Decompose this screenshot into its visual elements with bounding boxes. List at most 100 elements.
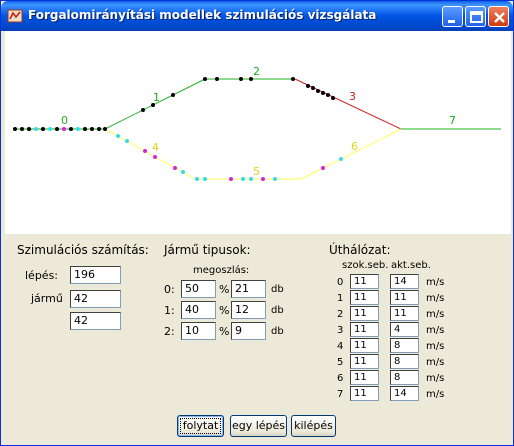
vehicle-dot (291, 77, 295, 81)
route-segment-index: 4 (337, 341, 344, 352)
vehicle-dot (203, 77, 207, 81)
vehicle-type-percent-field[interactable]: 50 (181, 280, 216, 298)
one-step-button[interactable]: egy lépés (230, 415, 287, 437)
simulation-canvas: 0 1 2 3 4 5 6 7 (5, 31, 511, 234)
percent-sign: % (219, 325, 230, 338)
vehicle-dot (321, 166, 325, 170)
close-button[interactable] (488, 6, 509, 27)
vehicle-dot (97, 127, 101, 131)
route-segment-index: 2 (337, 309, 344, 320)
minimize-button[interactable] (442, 6, 463, 27)
vehicle-dot (326, 93, 330, 97)
vehicle-dot (249, 177, 253, 181)
current-speed-field[interactable]: 14 (390, 386, 419, 401)
title-bar[interactable]: Forgalomirányítási modellek szimulációs … (1, 1, 513, 31)
simulation-heading: Szimulációs számítás: (17, 243, 149, 257)
road-segment-1 (104, 78, 206, 130)
vehicle-count-field[interactable]: 42 (70, 290, 121, 308)
exit-button[interactable]: kilépés (291, 415, 336, 437)
segment-label-5: 5 (253, 165, 260, 178)
step-field[interactable]: 196 (70, 266, 121, 284)
route-segment-index: 5 (337, 357, 344, 368)
segment-label-1: 1 (153, 91, 160, 104)
route-segment-index: 1 (337, 293, 344, 304)
free-speed-field[interactable]: 11 (350, 338, 379, 353)
vehicle-type-percent-field[interactable]: 40 (181, 301, 216, 319)
speed-unit: m/s (426, 309, 445, 320)
current-speed-field[interactable]: 8 (390, 370, 419, 385)
free-speed-field[interactable]: 11 (350, 290, 379, 305)
control-panel: Szimulációs számítás: lépés: 196 jármű 4… (5, 234, 511, 443)
vehicle-dot (229, 177, 233, 181)
vehicle-dot (27, 127, 31, 131)
close-icon (494, 12, 505, 23)
vehicle-dot (215, 77, 219, 81)
vehicle-dot (116, 134, 120, 138)
vehicle-dot (339, 157, 343, 161)
maximize-icon (470, 11, 483, 23)
free-speed-field[interactable]: 11 (350, 354, 379, 369)
vehicle-dot (76, 127, 80, 131)
road-network-diagram: 0 1 2 3 4 5 6 7 (13, 65, 501, 181)
window-title: Forgalomirányítási modellek szimulációs … (28, 8, 377, 22)
vehicle-dot (141, 108, 145, 112)
percent-sign: % (219, 304, 230, 317)
current-speed-field[interactable]: 8 (390, 338, 419, 353)
segment-label-3: 3 (349, 90, 356, 103)
vehicle-count-field-2[interactable]: 42 (70, 312, 121, 330)
current-speed-field[interactable]: 11 (390, 306, 419, 321)
vehicle-type-count-field[interactable]: 9 (231, 322, 266, 340)
vehicle-dot (83, 127, 87, 131)
vehicle-type-count-field[interactable]: 21 (231, 280, 266, 298)
vehicle-type-percent-field[interactable]: 10 (181, 322, 216, 340)
vehicle-dot (125, 139, 129, 143)
segment-label-7: 7 (449, 114, 456, 127)
vehicle-dot (261, 177, 265, 181)
current-speed-column-label: akt.seb. (391, 260, 431, 271)
vehicle-dot (181, 170, 185, 174)
route-segment-index: 7 (337, 389, 344, 400)
app-icon (7, 9, 23, 23)
unit-label: db (271, 284, 284, 295)
distribution-label: megoszlás: (193, 265, 250, 276)
vehicle-type-count-field[interactable]: 12 (231, 301, 266, 319)
current-speed-field[interactable]: 4 (390, 322, 419, 337)
vehicle-dot (20, 127, 24, 131)
free-speed-field[interactable]: 11 (350, 370, 379, 385)
current-speed-field[interactable]: 11 (390, 290, 419, 305)
minimize-icon (448, 20, 455, 23)
free-speed-column-label: szok.seb. (342, 260, 389, 271)
speed-unit: m/s (426, 277, 445, 288)
vehicle-dot (306, 84, 310, 88)
free-speed-field[interactable]: 11 (350, 306, 379, 321)
vehicle-dot (241, 177, 245, 181)
vehicle-label: jármű (31, 292, 63, 305)
free-speed-field[interactable]: 11 (350, 322, 379, 337)
vehicle-dot (331, 96, 335, 100)
vehicle-dot (153, 155, 157, 159)
continue-button[interactable]: folytat (177, 415, 224, 437)
vehicle-type-index: 1: (164, 304, 175, 317)
vehicle-dot (239, 77, 243, 81)
segment-label-0: 0 (61, 114, 68, 127)
free-speed-field[interactable]: 11 (350, 274, 379, 289)
current-speed-field[interactable]: 14 (390, 274, 419, 289)
vehicle-dot (48, 127, 52, 131)
vehicle-dot (316, 89, 320, 93)
vehicle-dot (321, 91, 325, 95)
vehicle-dot (195, 177, 199, 181)
vehicle-dot (311, 86, 315, 90)
maximize-button[interactable] (465, 6, 486, 27)
vehicle-dot (62, 127, 66, 131)
speed-unit: m/s (426, 293, 445, 304)
road-segment-6 (300, 128, 402, 180)
vehicle-dot (151, 103, 155, 107)
current-speed-field[interactable]: 8 (390, 354, 419, 369)
vehicle-dot (103, 127, 107, 131)
free-speed-field[interactable]: 11 (350, 386, 379, 401)
vehicle-dot (13, 127, 17, 131)
vehicle-dot (173, 166, 177, 170)
speed-unit: m/s (426, 341, 445, 352)
route-segment-index: 0 (337, 277, 344, 288)
unit-label: db (271, 305, 284, 316)
